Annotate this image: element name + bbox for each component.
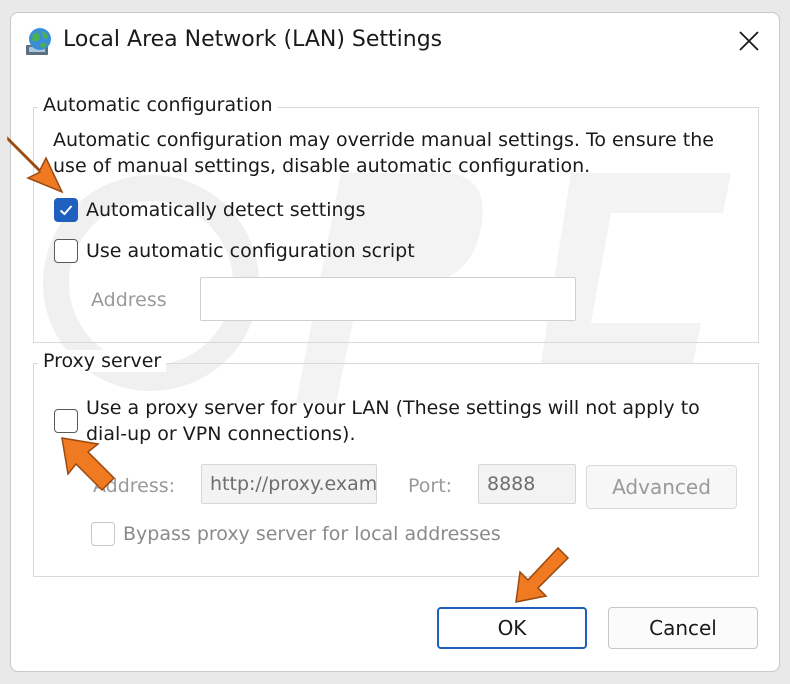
bypass-local-checkbox[interactable] [91, 522, 115, 546]
proxy-address-input[interactable]: http://proxy.exam [201, 464, 377, 504]
window-title: Local Area Network (LAN) Settings [63, 27, 443, 52]
use-proxy-checkbox[interactable] [54, 409, 78, 433]
lan-settings-dialog: Local Area Network (LAN) Settings Automa… [10, 12, 780, 672]
network-globe-icon [26, 28, 51, 55]
config-script-checkbox-row[interactable]: Use automatic configuration script [54, 239, 415, 263]
close-button[interactable] [723, 19, 775, 63]
title-bar: Local Area Network (LAN) Settings [11, 13, 779, 71]
checkmark-icon [59, 205, 73, 216]
automatic-configuration-legend: Automatic configuration [38, 94, 278, 116]
detect-settings-checkbox-row[interactable]: Automatically detect settings [54, 198, 366, 222]
cancel-button[interactable]: Cancel [608, 607, 758, 649]
script-address-input[interactable] [200, 277, 576, 321]
bypass-local-checkbox-row[interactable]: Bypass proxy server for local addresses [91, 522, 501, 546]
detect-settings-checkbox[interactable] [54, 198, 78, 222]
proxy-port-input[interactable]: 8888 [478, 464, 576, 504]
advanced-button[interactable]: Advanced [586, 465, 737, 509]
close-icon [739, 31, 759, 51]
automatic-configuration-description: Automatic configuration may override man… [53, 129, 714, 177]
proxy-server-legend: Proxy server [38, 350, 167, 372]
detect-settings-label: Automatically detect settings [86, 199, 366, 221]
proxy-port-label: Port: [408, 475, 453, 497]
proxy-address-label: Address: [93, 475, 176, 497]
config-script-label: Use automatic configuration script [86, 240, 415, 262]
script-address-label: Address [91, 289, 167, 311]
bypass-local-label: Bypass proxy server for local addresses [123, 523, 501, 545]
ok-button[interactable]: OK [437, 607, 587, 649]
use-proxy-label: Use a proxy server for your LAN (These s… [86, 397, 700, 445]
config-script-checkbox[interactable] [54, 239, 78, 263]
